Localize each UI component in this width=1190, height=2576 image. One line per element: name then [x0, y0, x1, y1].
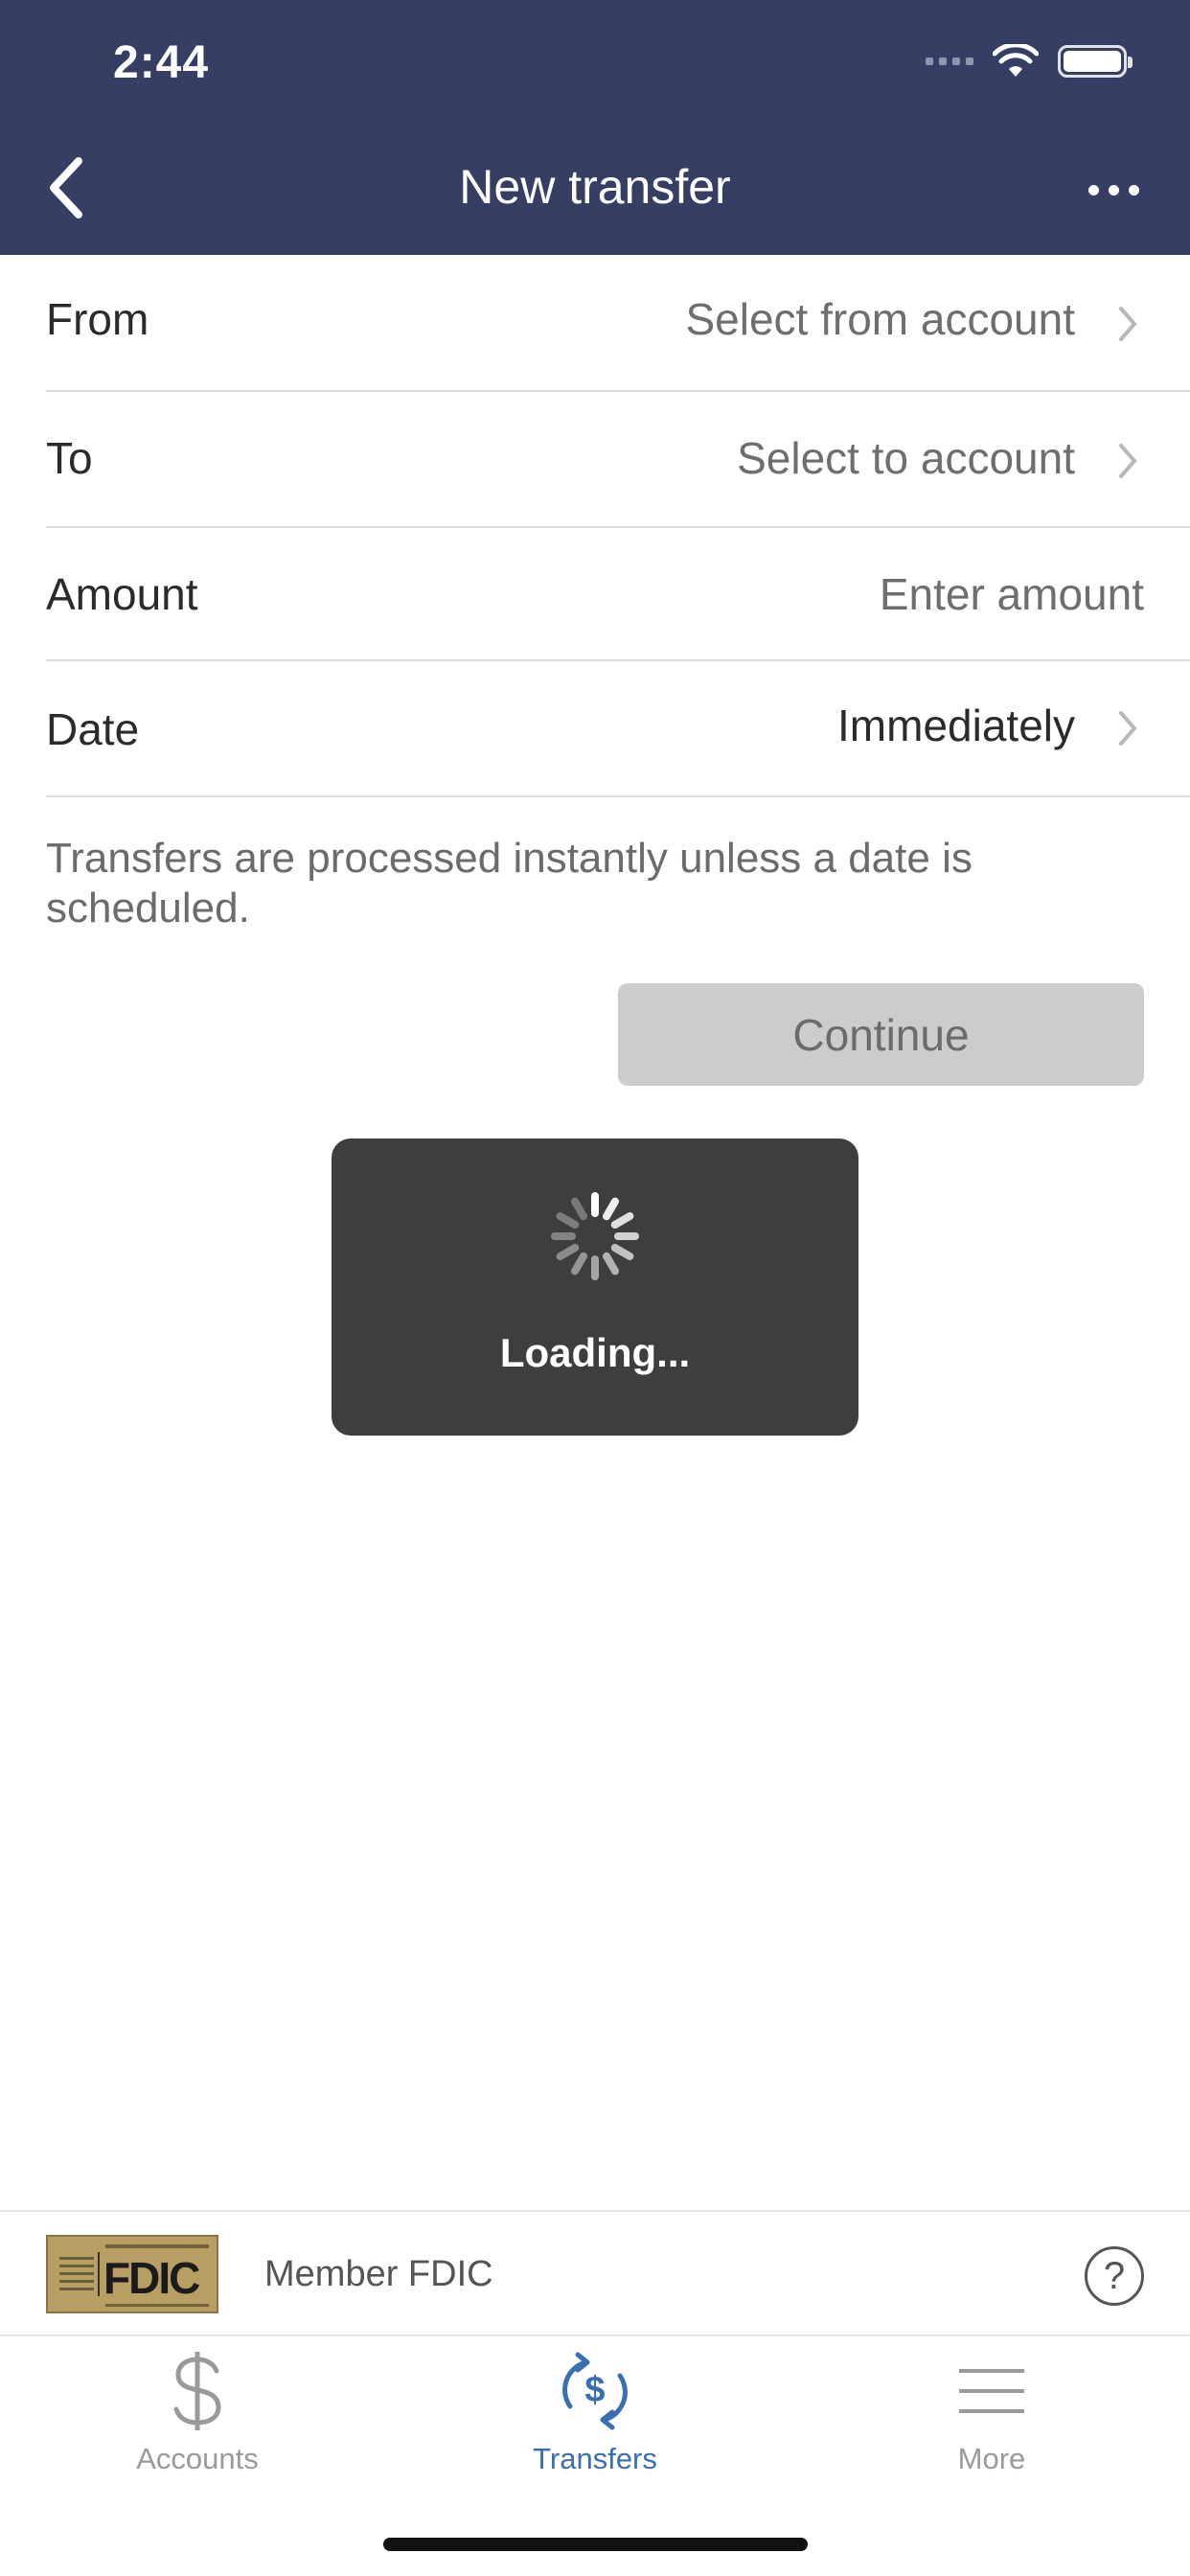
spinner-icon: [551, 1192, 639, 1280]
battery-icon: [1058, 45, 1133, 78]
tab-more[interactable]: More: [848, 2348, 1135, 2482]
transfer-info-text: Transfers are processed instantly unless…: [46, 835, 973, 932]
more-dot-icon: [1128, 184, 1139, 196]
tab-accounts-label: Accounts: [136, 2442, 259, 2475]
fdic-seal-icon: [56, 2252, 100, 2296]
chevron-right-icon: [1119, 711, 1137, 746]
tab-accounts[interactable]: Accounts: [54, 2348, 341, 2482]
from-label: From: [46, 294, 149, 344]
from-account-value: Select from account: [685, 294, 1075, 344]
more-dot-icon: [1108, 184, 1119, 196]
amount-input[interactable]: Enter amount: [880, 568, 1144, 620]
navigation-header: 2:44 New transfer: [0, 0, 1190, 255]
date-label: Date: [46, 704, 140, 754]
cellular-signal-icon: [926, 58, 973, 65]
chevron-right-icon: [1119, 444, 1137, 478]
to-account-value: Select to account: [737, 433, 1075, 483]
tab-transfers-label: Transfers: [533, 2442, 657, 2475]
new-transfer-screen: 2:44 New transfer From Select from accou…: [0, 0, 1190, 2576]
from-account-row[interactable]: From Select from account: [46, 255, 1190, 392]
dollar-icon: [149, 2348, 245, 2434]
fdic-logo: FDIC: [46, 2235, 218, 2313]
fdic-logo-text: FDIC: [103, 2253, 200, 2303]
fdic-footer: FDIC Member FDIC ?: [0, 2210, 1190, 2336]
home-indicator[interactable]: [383, 2538, 808, 2551]
tab-more-label: More: [957, 2442, 1026, 2475]
to-label: To: [46, 433, 93, 483]
tab-transfers[interactable]: $ Transfers: [451, 2348, 739, 2482]
status-time: 2:44: [113, 37, 210, 88]
status-indicators: [926, 42, 1133, 80]
more-dot-icon: [1087, 184, 1099, 196]
menu-lines-icon: [944, 2348, 1040, 2434]
chevron-right-icon: [1119, 307, 1137, 341]
loading-overlay: Loading...: [332, 1138, 858, 1436]
amount-label: Amount: [46, 569, 198, 619]
transfer-dollar-icon: $: [547, 2348, 643, 2434]
page-title: New transfer: [459, 160, 731, 214]
svg-text:$: $: [584, 2370, 605, 2410]
date-row[interactable]: Date Immediately: [46, 661, 1190, 797]
amount-row: Amount Enter amount: [46, 528, 1190, 661]
more-options-button[interactable]: [1075, 163, 1152, 217]
continue-button[interactable]: Continue: [618, 983, 1144, 1086]
member-fdic-text: Member FDIC: [264, 2254, 493, 2294]
loading-text: Loading...: [499, 1330, 691, 1375]
to-account-row[interactable]: To Select to account: [46, 392, 1190, 528]
help-button[interactable]: ?: [1085, 2246, 1144, 2306]
wifi-icon: [993, 44, 1039, 77]
date-value: Immediately: [837, 701, 1075, 750]
